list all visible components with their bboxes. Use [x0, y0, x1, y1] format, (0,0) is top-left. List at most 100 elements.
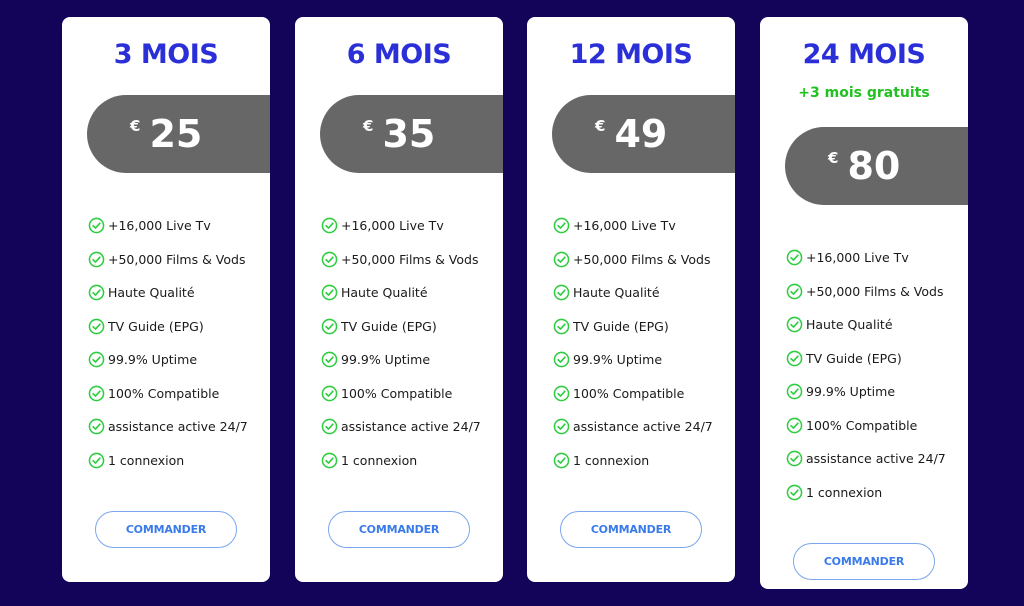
plan-title: 6 MOIS: [346, 39, 452, 70]
check-circle-icon: [553, 351, 570, 368]
feature-label: +16,000 Live Tv: [108, 218, 211, 234]
feature-item: 1 connexion: [321, 444, 497, 478]
feature-item: Haute Qualité: [321, 276, 497, 310]
feature-item: 1 connexion: [88, 444, 264, 478]
check-circle-icon: [553, 418, 570, 435]
feature-label: 100% Compatible: [573, 385, 685, 401]
feature-item: TV Guide (EPG): [553, 310, 729, 344]
feature-label: +50,000 Films & Vods: [573, 251, 711, 267]
feature-label: assistance active 24/7: [806, 451, 946, 467]
feature-item: assistance active 24/7: [88, 410, 264, 444]
currency-symbol: €: [130, 117, 141, 135]
pricing-card-3-mois: 3 MOIS € 25 +16,000 Live Tv +50,000 Films…: [62, 17, 270, 582]
feature-item: assistance active 24/7: [553, 410, 729, 444]
check-circle-icon: [88, 351, 105, 368]
feature-item: +50,000 Films & Vods: [88, 243, 264, 277]
feature-item: 100% Compatible: [786, 409, 962, 443]
feature-item: 1 connexion: [553, 444, 729, 478]
check-circle-icon: [786, 484, 803, 501]
check-circle-icon: [786, 383, 803, 400]
check-circle-icon: [553, 217, 570, 234]
currency-symbol: €: [828, 149, 839, 167]
check-circle-icon: [553, 452, 570, 469]
feature-label: assistance active 24/7: [573, 419, 713, 435]
feature-label: TV Guide (EPG): [341, 318, 437, 334]
check-circle-icon: [88, 418, 105, 435]
feature-label: 99.9% Uptime: [573, 352, 663, 368]
feature-item: 99.9% Uptime: [88, 343, 264, 377]
feature-item: assistance active 24/7: [786, 442, 962, 476]
feature-item: 1 connexion: [786, 476, 962, 510]
plan-title: 12 MOIS: [569, 39, 693, 70]
commander-button[interactable]: COMMANDER: [95, 511, 237, 548]
feature-label: +50,000 Films & Vods: [108, 251, 246, 267]
feature-item: +16,000 Live Tv: [786, 241, 962, 275]
price-pill: € 25: [87, 95, 270, 173]
feature-label: assistance active 24/7: [108, 419, 248, 435]
feature-item: Haute Qualité: [553, 276, 729, 310]
check-circle-icon: [88, 284, 105, 301]
feature-item: 99.9% Uptime: [321, 343, 497, 377]
check-circle-icon: [321, 284, 338, 301]
feature-label: 99.9% Uptime: [108, 352, 198, 368]
check-circle-icon: [786, 283, 803, 300]
feature-label: Haute Qualité: [108, 285, 195, 301]
pricing-card-24-mois: 24 MOIS +3 mois gratuits € 80 +16,000 Li…: [760, 17, 968, 589]
feature-item: +50,000 Films & Vods: [553, 243, 729, 277]
check-circle-icon: [786, 316, 803, 333]
feature-label: Haute Qualité: [341, 285, 428, 301]
price-amount: 49: [614, 112, 668, 156]
feature-list: +16,000 Live Tv +50,000 Films & Vods Haute…: [88, 209, 264, 477]
feature-label: +16,000 Live Tv: [341, 218, 444, 234]
feature-list: +16,000 Live Tv +50,000 Films & Vods Haute…: [786, 241, 962, 509]
feature-list: +16,000 Live Tv +50,000 Films & Vods Haute…: [321, 209, 497, 477]
currency-symbol: €: [595, 117, 606, 135]
feature-item: +16,000 Live Tv: [553, 209, 729, 243]
feature-label: 100% Compatible: [341, 385, 453, 401]
check-circle-icon: [321, 251, 338, 268]
feature-label: TV Guide (EPG): [573, 318, 669, 334]
check-circle-icon: [88, 217, 105, 234]
check-circle-icon: [321, 385, 338, 402]
price-amount: 25: [149, 112, 203, 156]
check-circle-icon: [321, 318, 338, 335]
check-circle-icon: [553, 251, 570, 268]
check-circle-icon: [88, 318, 105, 335]
commander-button[interactable]: COMMANDER: [328, 511, 470, 548]
check-circle-icon: [786, 417, 803, 434]
feature-item: Haute Qualité: [786, 308, 962, 342]
feature-label: 1 connexion: [573, 452, 650, 468]
feature-label: +50,000 Films & Vods: [806, 283, 944, 299]
feature-item: +50,000 Films & Vods: [786, 275, 962, 309]
commander-button[interactable]: COMMANDER: [793, 543, 935, 580]
feature-item: TV Guide (EPG): [786, 342, 962, 376]
feature-label: Haute Qualité: [573, 285, 660, 301]
feature-label: assistance active 24/7: [341, 419, 481, 435]
check-circle-icon: [553, 385, 570, 402]
feature-label: 99.9% Uptime: [341, 352, 431, 368]
feature-label: Haute Qualité: [806, 317, 893, 333]
feature-item: TV Guide (EPG): [321, 310, 497, 344]
feature-label: 1 connexion: [108, 452, 185, 468]
check-circle-icon: [88, 251, 105, 268]
feature-item: 100% Compatible: [553, 377, 729, 411]
price-pill: € 80: [785, 127, 968, 205]
price-pill: € 35: [320, 95, 503, 173]
feature-label: 100% Compatible: [806, 417, 918, 433]
pricing-card-6-mois: 6 MOIS € 35 +16,000 Live Tv +50,000 Films…: [295, 17, 503, 582]
feature-item: 99.9% Uptime: [786, 375, 962, 409]
check-circle-icon: [321, 351, 338, 368]
check-circle-icon: [553, 284, 570, 301]
price-amount: 80: [847, 144, 901, 188]
price-amount: 35: [382, 112, 436, 156]
plan-title: 3 MOIS: [113, 39, 219, 70]
currency-symbol: €: [363, 117, 374, 135]
check-circle-icon: [321, 217, 338, 234]
feature-list: +16,000 Live Tv +50,000 Films & Vods Haute…: [553, 209, 729, 477]
feature-label: +50,000 Films & Vods: [341, 251, 479, 267]
feature-item: 99.9% Uptime: [553, 343, 729, 377]
check-circle-icon: [553, 318, 570, 335]
price-pill: € 49: [552, 95, 735, 173]
commander-button[interactable]: COMMANDER: [560, 511, 702, 548]
check-circle-icon: [88, 452, 105, 469]
